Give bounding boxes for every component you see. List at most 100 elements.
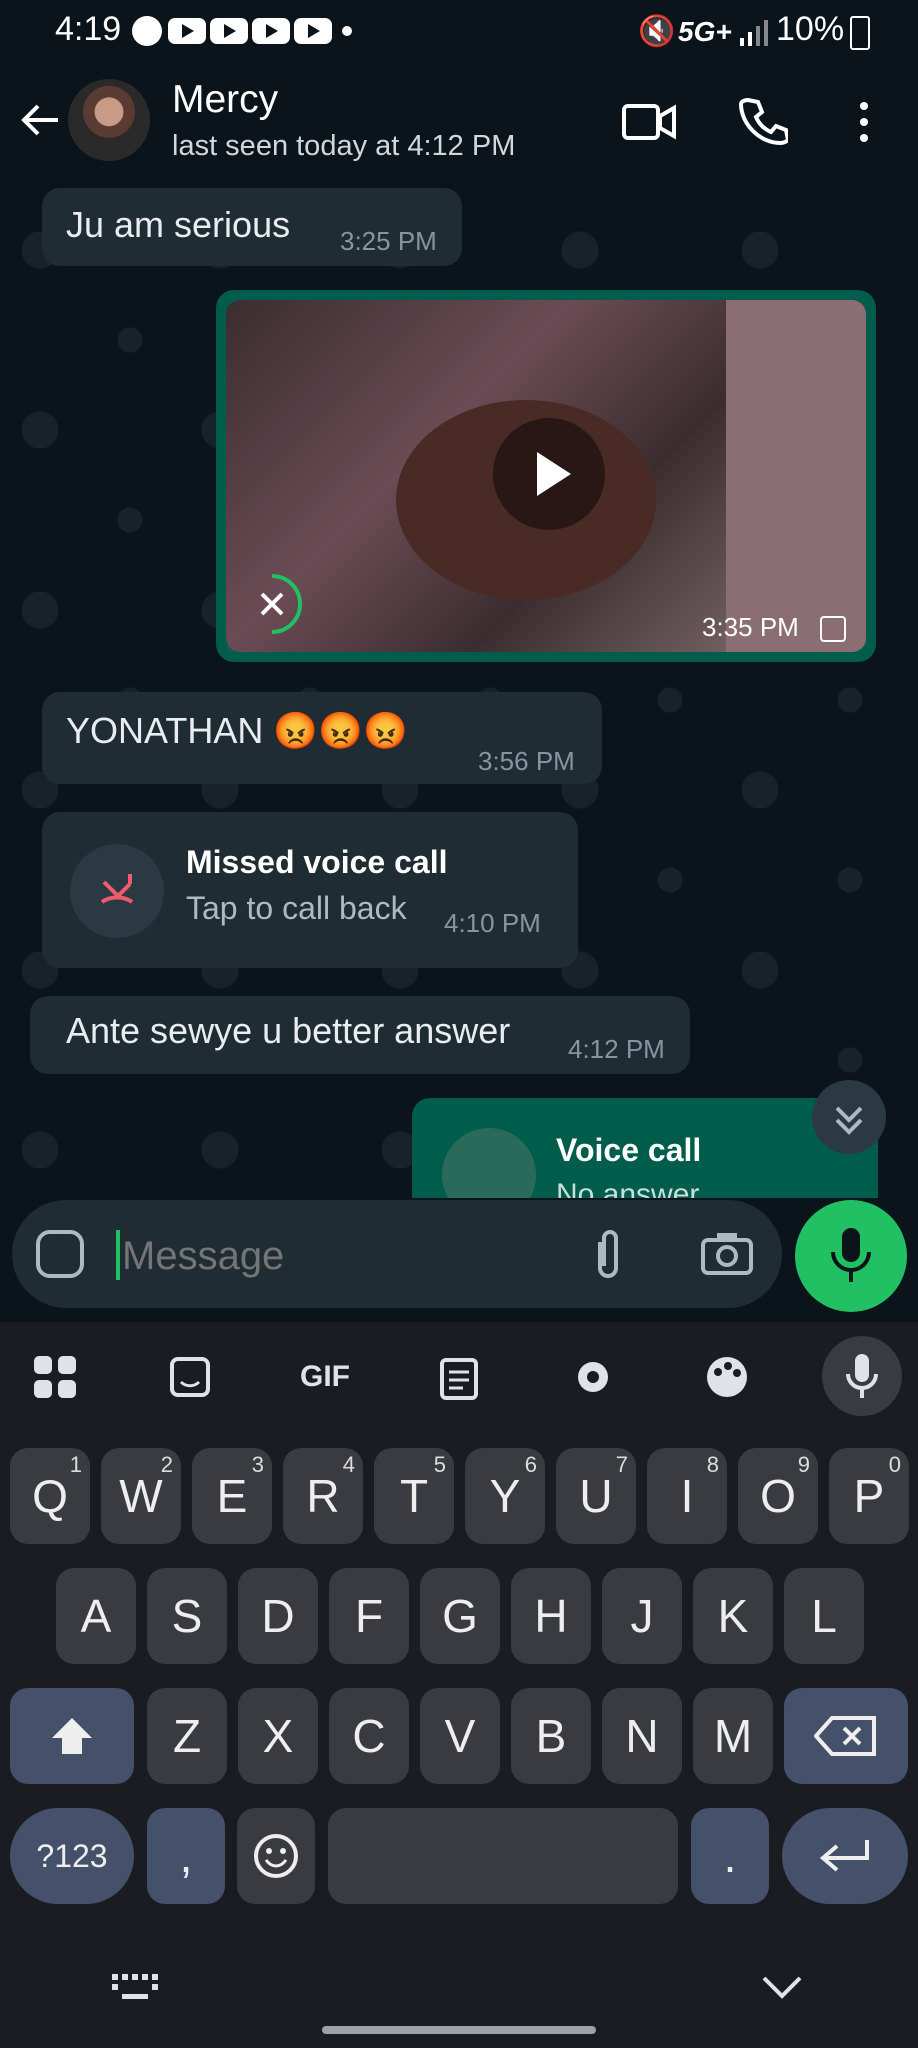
key-y[interactable]: Y6 xyxy=(465,1448,545,1544)
avatar[interactable] xyxy=(68,79,150,161)
key-label: Q xyxy=(32,1470,68,1522)
message-bubble[interactable]: Ante sewye u better answer 4:12 PM xyxy=(30,996,690,1074)
key-k[interactable]: K xyxy=(693,1568,773,1664)
hide-keyboard-icon[interactable] xyxy=(760,1972,804,2002)
key-u[interactable]: U7 xyxy=(556,1448,636,1544)
key-r[interactable]: R4 xyxy=(283,1448,363,1544)
outgoing-call-message[interactable]: Voice call No answer xyxy=(412,1098,878,1198)
contact-name[interactable]: Mercy xyxy=(172,78,278,122)
key-o[interactable]: O9 xyxy=(738,1448,818,1544)
key-label: L xyxy=(811,1590,837,1642)
gif-button[interactable]: GIF xyxy=(290,1345,360,1409)
key-n[interactable]: N xyxy=(602,1688,682,1784)
key-f[interactable]: F xyxy=(329,1568,409,1664)
key-z[interactable]: Z xyxy=(147,1688,227,1784)
key-label: K xyxy=(717,1590,749,1642)
enter-key[interactable] xyxy=(782,1808,908,1904)
key-v[interactable]: V xyxy=(420,1688,500,1784)
key-hint: 9 xyxy=(797,1452,810,1477)
key-g[interactable]: G xyxy=(420,1568,500,1664)
period-key[interactable]: . xyxy=(691,1808,769,1904)
keyboard-mic-icon[interactable] xyxy=(822,1336,902,1416)
key-label: ?123 xyxy=(36,1837,108,1874)
key-label: Y xyxy=(489,1470,521,1522)
missed-call-icon xyxy=(70,844,164,938)
video-curtain xyxy=(726,300,866,652)
key-label: V xyxy=(444,1710,476,1762)
clipboard-icon[interactable] xyxy=(424,1345,494,1409)
symbols-key[interactable]: ?123 xyxy=(10,1808,134,1904)
key-s[interactable]: S xyxy=(147,1568,227,1664)
comma-key[interactable]: , xyxy=(147,1808,225,1904)
back-arrow-icon[interactable] xyxy=(18,98,62,142)
voice-message-button[interactable] xyxy=(795,1200,907,1312)
key-t[interactable]: T5 xyxy=(374,1448,454,1544)
key-hint: 0 xyxy=(888,1452,901,1477)
key-label: E xyxy=(216,1470,248,1522)
key-d[interactable]: D xyxy=(238,1568,318,1664)
network-label: 5G+ xyxy=(678,16,732,47)
mute-icon: 🔇 xyxy=(638,15,676,48)
key-j[interactable]: J xyxy=(602,1568,682,1664)
battery-icon xyxy=(850,16,870,50)
missed-call-message[interactable]: Missed voice call Tap to call back 4:10 … xyxy=(42,812,578,968)
apps-grid-icon[interactable] xyxy=(20,1345,90,1409)
attach-icon[interactable] xyxy=(590,1228,626,1280)
key-label: A xyxy=(80,1590,112,1642)
settings-gear-icon[interactable] xyxy=(558,1345,628,1409)
signal-icon xyxy=(740,18,770,46)
key-label: Z xyxy=(172,1710,202,1762)
shift-arrow-icon xyxy=(52,1718,92,1754)
key-label: D xyxy=(261,1590,295,1642)
key-hint: 1 xyxy=(69,1452,82,1477)
backspace-key[interactable] xyxy=(784,1688,908,1784)
video-call-icon[interactable] xyxy=(622,102,676,142)
key-h[interactable]: H xyxy=(511,1568,591,1664)
sticker-icon[interactable] xyxy=(155,1345,225,1409)
phone-call-icon[interactable] xyxy=(738,96,791,146)
message-input[interactable] xyxy=(120,1220,564,1292)
key-b[interactable]: B xyxy=(511,1688,591,1784)
key-label: C xyxy=(352,1710,386,1762)
dot-icon xyxy=(342,26,352,36)
emoji-key[interactable] xyxy=(237,1808,315,1904)
more-options-icon[interactable] xyxy=(854,100,874,144)
message-time: 4:12 PM xyxy=(568,1034,665,1064)
key-m[interactable]: M xyxy=(693,1688,773,1784)
key-label: W xyxy=(119,1470,163,1522)
camera-icon[interactable] xyxy=(700,1230,754,1276)
key-hint: 7 xyxy=(615,1452,628,1477)
key-l[interactable]: L xyxy=(784,1568,864,1664)
key-hint: 6 xyxy=(524,1452,537,1477)
key-e[interactable]: E3 xyxy=(192,1448,272,1544)
play-icon[interactable] xyxy=(493,418,605,530)
keyboard-switch-icon[interactable] xyxy=(110,1972,160,2002)
video-message[interactable]: 3:35 PM xyxy=(216,290,876,662)
key-a[interactable]: A xyxy=(56,1568,136,1664)
emoji-sticker-icon[interactable] xyxy=(36,1230,84,1278)
youtube-icon xyxy=(210,18,248,44)
message-bubble[interactable]: Ju am serious 3:25 PM xyxy=(42,188,462,266)
key-w[interactable]: W2 xyxy=(101,1448,181,1544)
key-q[interactable]: Q1 xyxy=(10,1448,90,1544)
key-i[interactable]: I8 xyxy=(647,1448,727,1544)
call-subtitle: No answer xyxy=(556,1178,700,1198)
key-p[interactable]: P0 xyxy=(829,1448,909,1544)
key-c[interactable]: C xyxy=(329,1688,409,1784)
key-label: . xyxy=(723,1830,737,1882)
message-bubble[interactable]: YONATHAN 😡😡😡 3:56 PM xyxy=(42,692,602,784)
message-text: Ante sewye u better answer xyxy=(66,1010,511,1051)
key-label: O xyxy=(760,1470,796,1522)
message-composer[interactable] xyxy=(12,1200,782,1308)
theme-palette-icon[interactable] xyxy=(692,1345,762,1409)
scroll-down-icon[interactable] xyxy=(812,1080,886,1154)
youtube-icon xyxy=(252,18,290,44)
home-indicator[interactable] xyxy=(322,2026,596,2034)
message-time: 3:35 PM xyxy=(702,612,799,642)
cancel-download-icon[interactable] xyxy=(240,572,304,636)
key-label: B xyxy=(535,1710,567,1762)
key-label: H xyxy=(534,1590,568,1642)
key-x[interactable]: X xyxy=(238,1688,318,1784)
spacebar[interactable] xyxy=(328,1808,678,1904)
shift-key[interactable] xyxy=(10,1688,134,1784)
